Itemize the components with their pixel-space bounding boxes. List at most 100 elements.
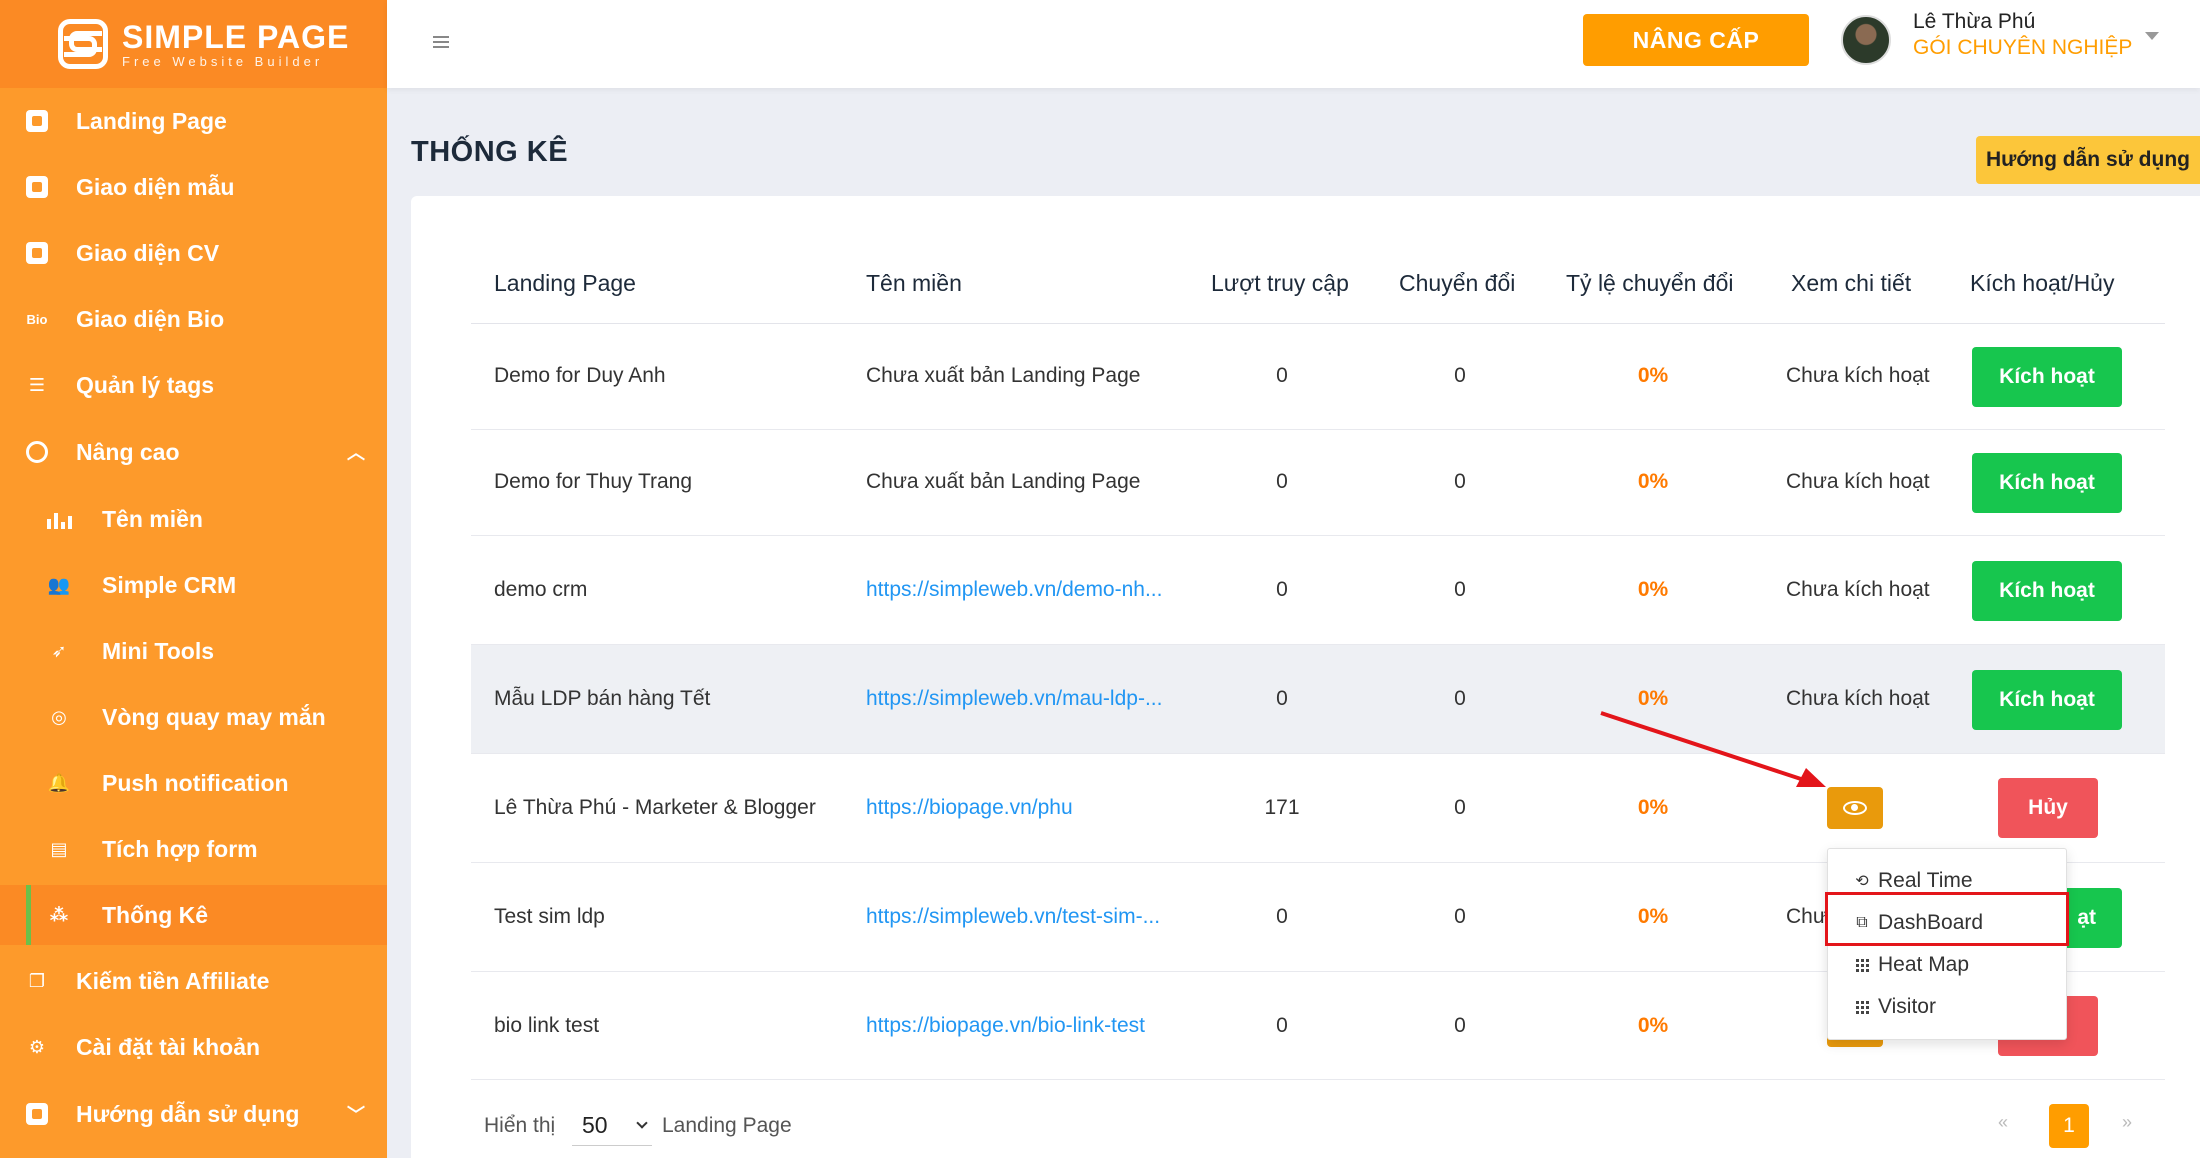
bio-icon: Bio	[26, 311, 48, 327]
column-header-conversions: Chuyển đổi	[1399, 270, 1516, 296]
users-icon: 👥	[47, 574, 71, 595]
row-domain-link[interactable]: https://simpleweb.vn/demo-nh...	[866, 578, 1162, 602]
column-header-landing-page: Landing Page	[494, 270, 636, 296]
sidebar-item-quan-ly-tags[interactable]: ☰ Quản lý tags	[0, 355, 387, 415]
row-domain: Chưa xuất bản Landing Page	[866, 364, 1141, 387]
sidebar-item-ten-mien[interactable]: Tên miền	[0, 489, 387, 549]
row-detail-status: Chư	[1786, 905, 1827, 928]
stats-icon: ⁂	[49, 904, 69, 925]
row-domain-link[interactable]: https://biopage.vn/phu	[866, 796, 1073, 820]
row-conversions: 0	[1454, 796, 1466, 819]
activate-button[interactable]: Kích hoạt	[1972, 453, 2122, 513]
sidebar-item-nang-cao[interactable]: Nâng cao ︿	[0, 422, 387, 482]
sidebar-item-label: Push notification	[102, 769, 289, 796]
template-icon	[24, 174, 50, 200]
brand-tagline: Free Website Builder	[122, 53, 324, 69]
sidebar-item-label: Giao diện mẫu	[76, 173, 235, 200]
column-header-action: Kích hoạt/Hủy	[1970, 270, 2115, 296]
cube-icon	[24, 108, 50, 134]
copy-icon: ❐	[28, 970, 46, 991]
star-circle-icon	[24, 439, 50, 465]
row-conversions: 0	[1454, 1014, 1466, 1037]
sidebar-item-label: Mini Tools	[102, 637, 215, 664]
user-menu-caret-icon[interactable]	[2145, 32, 2159, 40]
row-visits: 171	[1264, 796, 1300, 819]
activate-button[interactable]: Kích hoạt	[1972, 347, 2122, 407]
sidebar-item-push-notification[interactable]: 🔔 Push notification	[0, 753, 387, 813]
sidebar: SIMPLE PAGE Free Website Builder Landing…	[0, 0, 387, 1158]
row-rate: 0%	[1637, 905, 1669, 928]
user-plan[interactable]: GÓI CHUYÊN NGHIỆP	[1913, 36, 2132, 60]
user-name[interactable]: Lê Thừa Phú	[1913, 10, 2035, 34]
row-conversions: 0	[1454, 470, 1466, 493]
sidebar-item-thong-ke[interactable]: ⁂ Thống Kê	[0, 885, 387, 945]
row-domain: Chưa xuất bản Landing Page	[866, 470, 1141, 493]
sidebar-item-label: Giao diện Bio	[76, 305, 225, 332]
row-detail-status: Chưa kích hoạt	[1786, 470, 1930, 493]
sidebar-item-label: Quản lý tags	[76, 371, 215, 398]
sidebar-item-giao-dien-cv[interactable]: Giao diện CV	[0, 223, 387, 283]
row-domain-link[interactable]: https://simpleweb.vn/mau-ldp-...	[866, 687, 1162, 711]
guide-button[interactable]: Hướng dẫn sử dụng	[1976, 136, 2200, 184]
sidebar-item-label: Simple CRM	[102, 571, 237, 598]
row-visits: 0	[1276, 687, 1288, 710]
sidebar-item-huong-dan[interactable]: Hướng dẫn sử dụng ﹀	[0, 1084, 387, 1144]
menu-toggle-icon[interactable]	[433, 36, 449, 51]
page-size-select[interactable]: 50	[572, 1106, 652, 1146]
row-conversions: 0	[1454, 364, 1466, 387]
sidebar-item-landing-page[interactable]: Landing Page	[0, 91, 387, 151]
sidebar-item-tich-hop-form[interactable]: ▤ Tích hợp form	[0, 819, 387, 879]
eye-icon	[1843, 801, 1867, 815]
pagination-next[interactable]: »	[2122, 1112, 2132, 1133]
chevron-down-icon	[636, 1117, 648, 1129]
unit-label: Landing Page	[662, 1114, 792, 1137]
dropdown-item-heat-map[interactable]: Heat Map	[1854, 953, 1969, 977]
avatar[interactable]	[1841, 15, 1891, 65]
upgrade-button[interactable]: NÂNG CẤP	[1583, 14, 1809, 66]
activate-button[interactable]: Kích hoạt	[1972, 670, 2122, 730]
bell-icon: 🔔	[47, 772, 71, 793]
sidebar-item-giao-dien-bio[interactable]: Bio Giao diện Bio	[0, 289, 387, 349]
pagination-prev[interactable]: «	[1998, 1112, 2008, 1133]
activate-button[interactable]: Kích hoạt	[1972, 561, 2122, 621]
page-size-value: 50	[582, 1112, 608, 1138]
row-visits: 0	[1276, 1014, 1288, 1037]
sidebar-item-vong-quay[interactable]: ◎ Vòng quay may mắn	[0, 687, 387, 747]
pagination-current-page[interactable]: 1	[2049, 1104, 2089, 1148]
form-icon: ▤	[50, 838, 68, 859]
view-detail-button[interactable]	[1827, 787, 1883, 829]
sidebar-item-cai-dat[interactable]: ⚙ Cài đặt tài khoản	[0, 1017, 387, 1077]
dashboard-highlight-box	[1825, 892, 2069, 946]
list-icon: ☰	[28, 374, 46, 395]
row-rate: 0%	[1637, 1014, 1669, 1037]
row-name: Lê Thừa Phú - Marketer & Blogger	[494, 796, 816, 819]
sidebar-item-label: Giao diện CV	[76, 239, 220, 266]
row-rate: 0%	[1637, 796, 1669, 819]
row-visits: 0	[1276, 578, 1288, 601]
row-name: Test sim ldp	[494, 905, 605, 928]
dropdown-item-visitor[interactable]: Visitor	[1854, 995, 1936, 1019]
sidebar-item-giao-dien-mau[interactable]: Giao diện mẫu	[0, 157, 387, 217]
row-domain-link[interactable]: https://biopage.vn/bio-link-test	[866, 1014, 1145, 1038]
row-visits: 0	[1276, 905, 1288, 928]
sidebar-item-label: Nâng cao	[76, 438, 180, 465]
chevron-up-icon: ︿	[347, 443, 365, 463]
sidebar-item-label: Tích hợp form	[102, 835, 258, 862]
row-name: bio link test	[494, 1014, 600, 1037]
cancel-button[interactable]: Hủy	[1998, 778, 2098, 838]
refresh-icon: ⟲	[1855, 873, 1869, 890]
dropdown-item-real-time[interactable]: ⟲ Real Time	[1854, 869, 1972, 893]
help-icon	[24, 1101, 50, 1127]
sidebar-item-affiliate[interactable]: ❐ Kiếm tiền Affiliate	[0, 951, 387, 1011]
sidebar-item-simple-crm[interactable]: 👥 Simple CRM	[0, 555, 387, 615]
row-name: Mẫu LDP bán hàng Tết	[494, 687, 711, 710]
grid-icon	[1854, 957, 1870, 973]
sidebar-item-mini-tools[interactable]: ➶ Mini Tools	[0, 621, 387, 681]
bar-chart-icon	[46, 506, 72, 532]
row-conversions: 0	[1454, 905, 1466, 928]
row-visits: 0	[1276, 364, 1288, 387]
row-rate: 0%	[1637, 687, 1669, 710]
brand-logo[interactable]: SIMPLE PAGE Free Website Builder	[0, 0, 387, 88]
row-domain-link[interactable]: https://simpleweb.vn/test-sim-...	[866, 905, 1160, 929]
dropdown-item-label: Visitor	[1878, 995, 1936, 1018]
